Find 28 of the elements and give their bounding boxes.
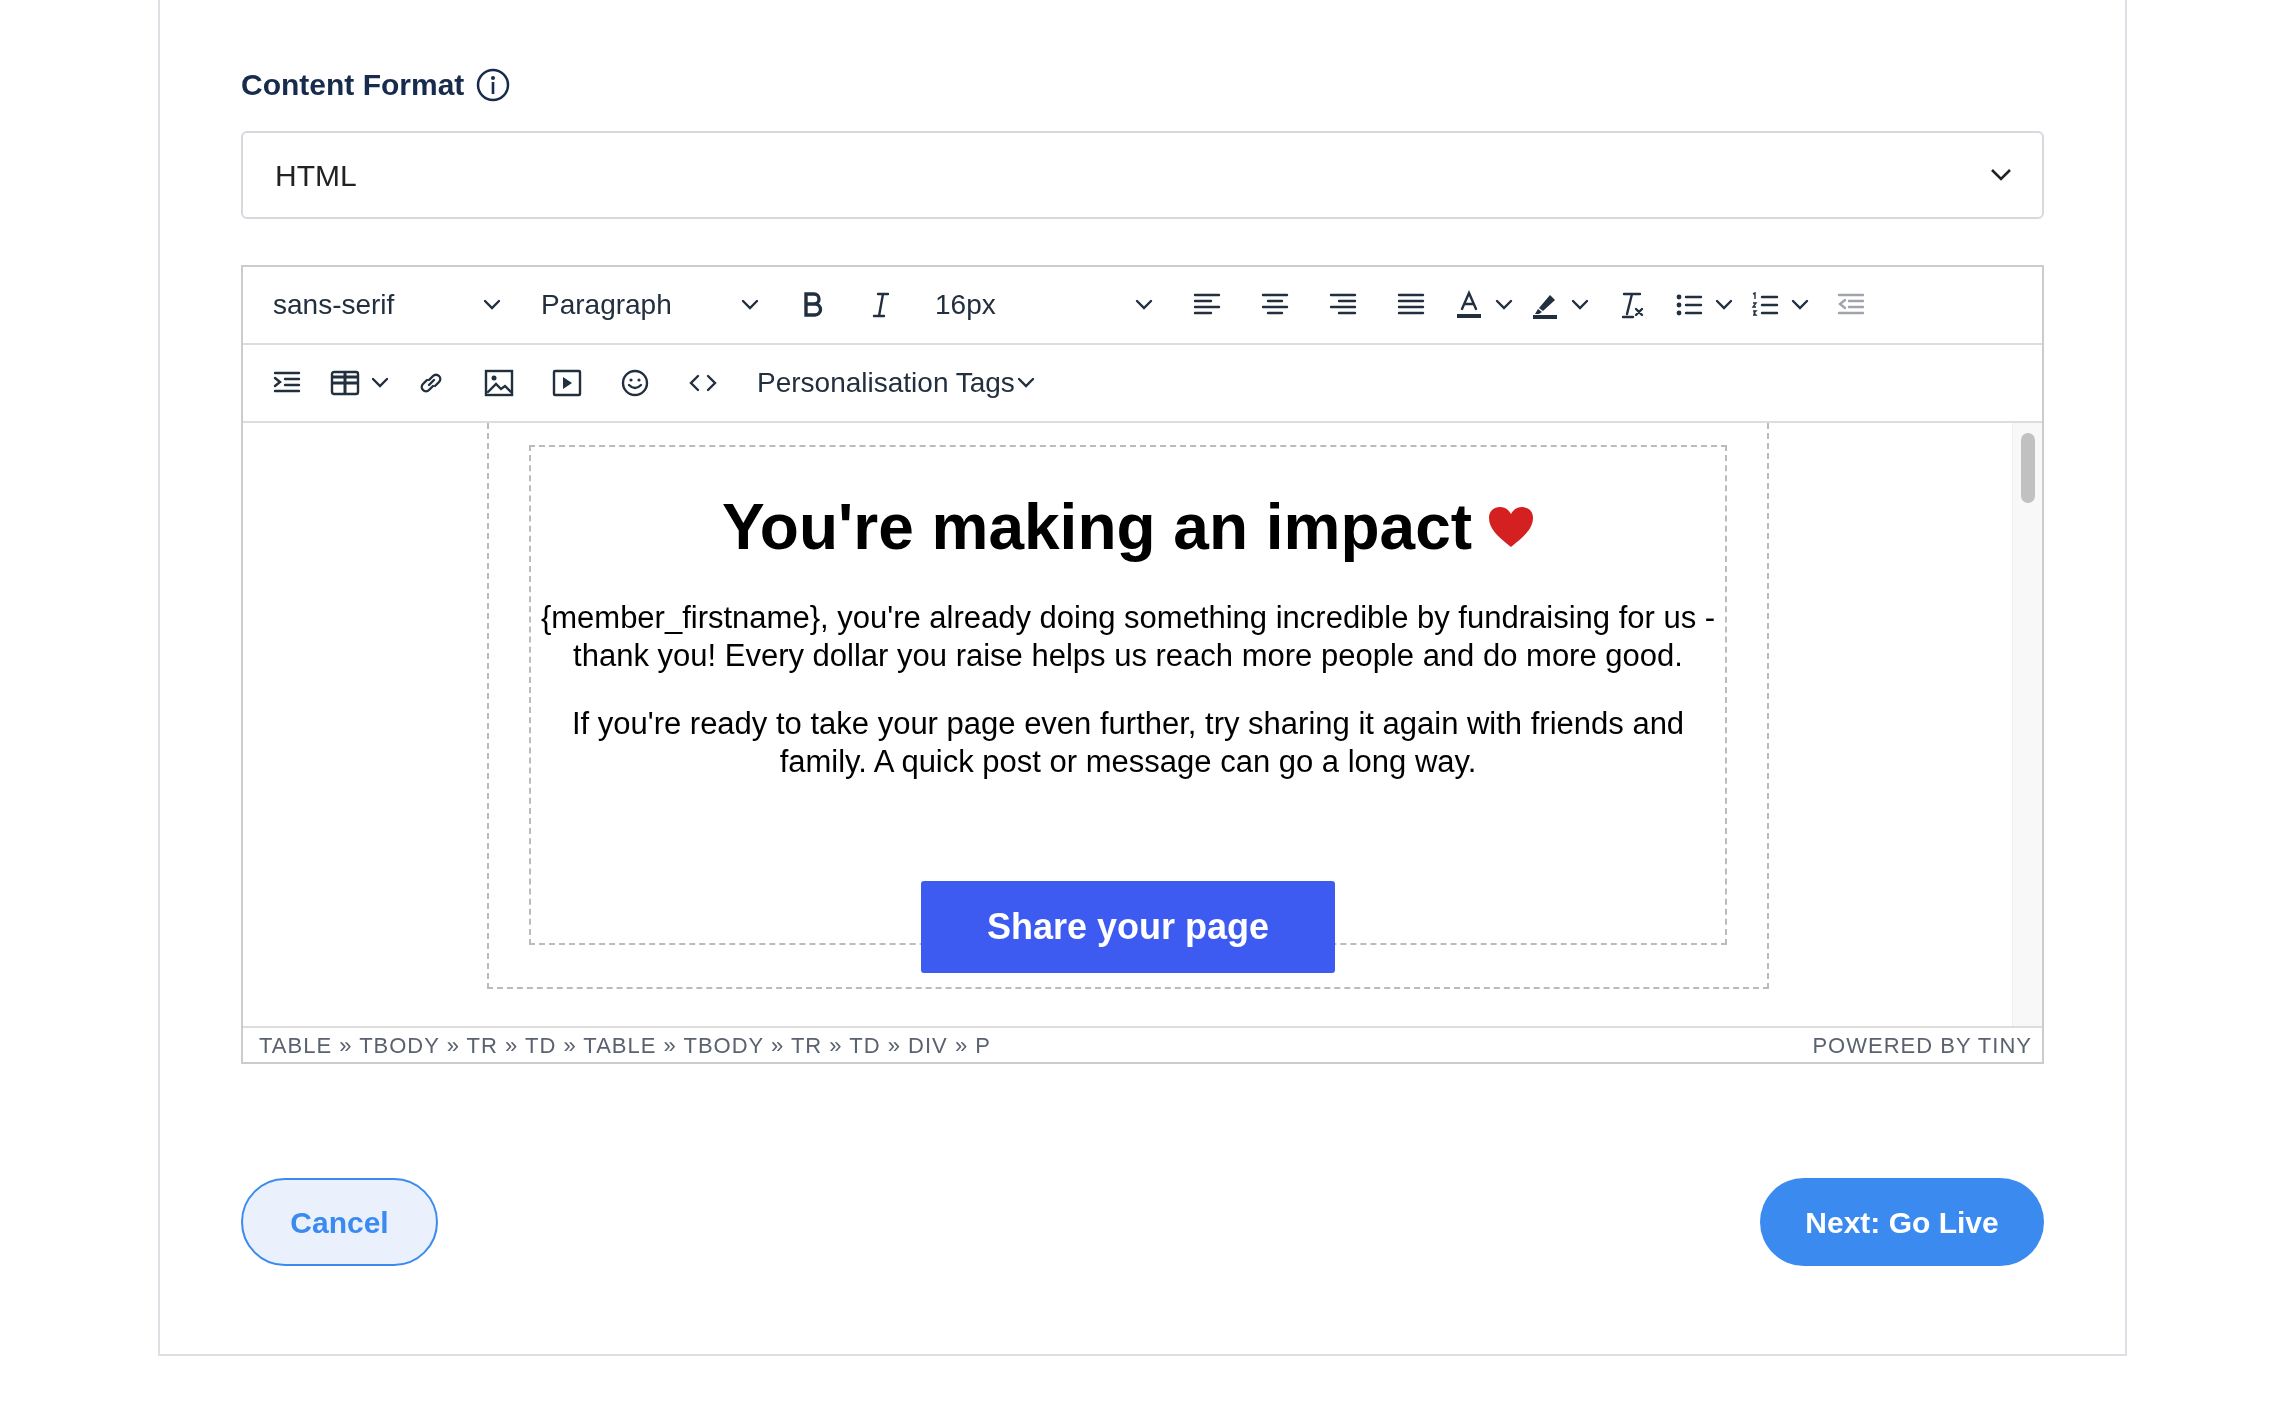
chevron-down-icon (483, 299, 501, 311)
heart-icon (1488, 506, 1535, 548)
font-size-select[interactable]: 16px (919, 277, 1169, 333)
branding-link[interactable]: POWERED BY TINY (1812, 1028, 2032, 1062)
chevron-down-icon (1791, 299, 1809, 311)
chevron-down-icon (741, 299, 759, 311)
scrollbar-thumb[interactable] (2020, 433, 2035, 503)
chevron-down-icon (1017, 377, 1035, 389)
chevron-down-icon (1990, 168, 2012, 182)
chevron-down-icon (1715, 299, 1733, 311)
field-label: Content Format (241, 67, 465, 103)
chevron-down-icon (371, 377, 389, 389)
share-page-button[interactable]: Share your page (921, 881, 1335, 973)
media-play-icon (551, 367, 583, 399)
personalisation-tags-select[interactable]: Personalisation Tags (741, 355, 1051, 411)
image-icon (483, 367, 515, 399)
scrollbar[interactable] (2012, 423, 2042, 1026)
smiley-icon (619, 367, 651, 399)
chevron-down-icon (1135, 299, 1153, 311)
email-paragraph: If you're ready to take your page even further, try sharing it again with friends and family. A quick post or message can go a long way. (570, 705, 1686, 781)
chevron-down-icon (1571, 299, 1589, 311)
element-path: TABLE » TBODY » TR » TD » TABLE » TBODY » TR » TD » DIV » P (259, 1031, 991, 1060)
email-paragraph: {member_firstname}, you're already doing something incredible by fundraising for us - thank you! Every dollar you raise helps us reach more people and do more good. (539, 599, 1717, 675)
info-icon[interactable] (476, 67, 511, 102)
font-family-select[interactable]: sans-serif (257, 277, 517, 333)
content-format-select[interactable]: HTML (241, 131, 2044, 219)
block-format-select[interactable]: Paragraph (525, 277, 775, 333)
chevron-down-icon (1495, 299, 1513, 311)
